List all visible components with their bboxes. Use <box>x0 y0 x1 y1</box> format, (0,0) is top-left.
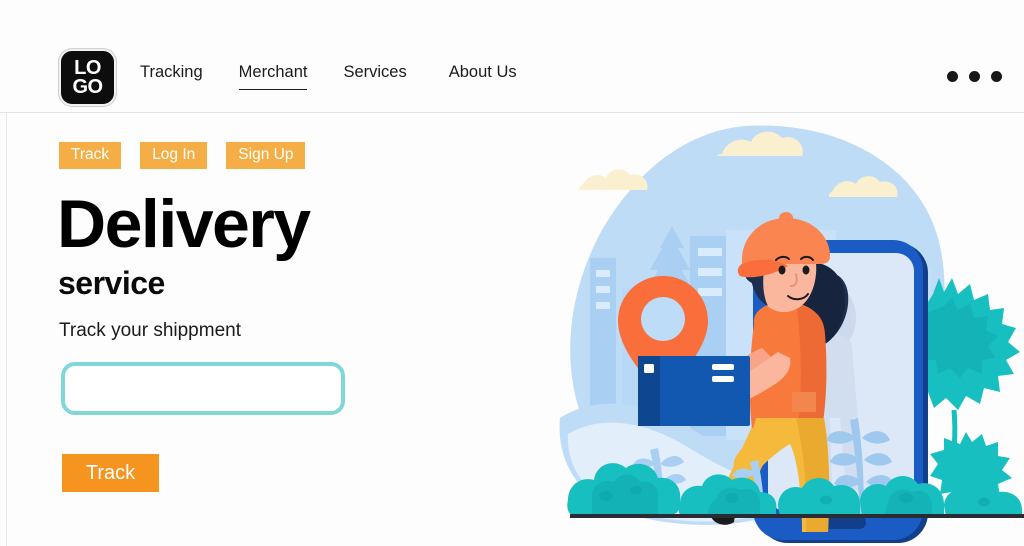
ellipsis-horizontal-icon[interactable] <box>947 71 1002 82</box>
logo-line-2: GO <box>72 75 103 98</box>
track-submit-button[interactable]: Track <box>62 454 159 492</box>
nav-item-tracking[interactable]: Tracking <box>140 63 203 88</box>
page-title: Delivery <box>57 186 311 262</box>
tag-track[interactable]: Track <box>59 142 122 169</box>
hero-tag-buttons: Track Log In Sign Up <box>59 142 324 169</box>
logo-line-1: LO <box>74 57 101 80</box>
dot-3 <box>991 71 1002 82</box>
main-nav: Tracking Merchant Services About Us <box>140 63 553 90</box>
hero-illustration <box>540 118 1024 546</box>
dot-1 <box>947 71 958 82</box>
page-root: LO GO Tracking Merchant Services About U… <box>0 0 1024 546</box>
nav-item-services[interactable]: Services <box>343 63 406 88</box>
nav-item-merchant[interactable]: Merchant <box>238 63 307 90</box>
tracking-number-input[interactable] <box>61 362 345 415</box>
track-field-label: Track your shippment <box>59 320 241 341</box>
tag-sign-up[interactable]: Sign Up <box>226 142 306 169</box>
ground-line <box>570 514 1024 518</box>
dot-2 <box>969 71 980 82</box>
site-header: LO GO Tracking Merchant Services About U… <box>0 0 1024 113</box>
package-box <box>638 356 750 426</box>
tag-log-in[interactable]: Log In <box>140 142 208 169</box>
logo[interactable]: LO GO <box>59 49 116 106</box>
page-subtitle: service <box>58 265 165 301</box>
nav-item-about-us[interactable]: About Us <box>449 63 517 88</box>
